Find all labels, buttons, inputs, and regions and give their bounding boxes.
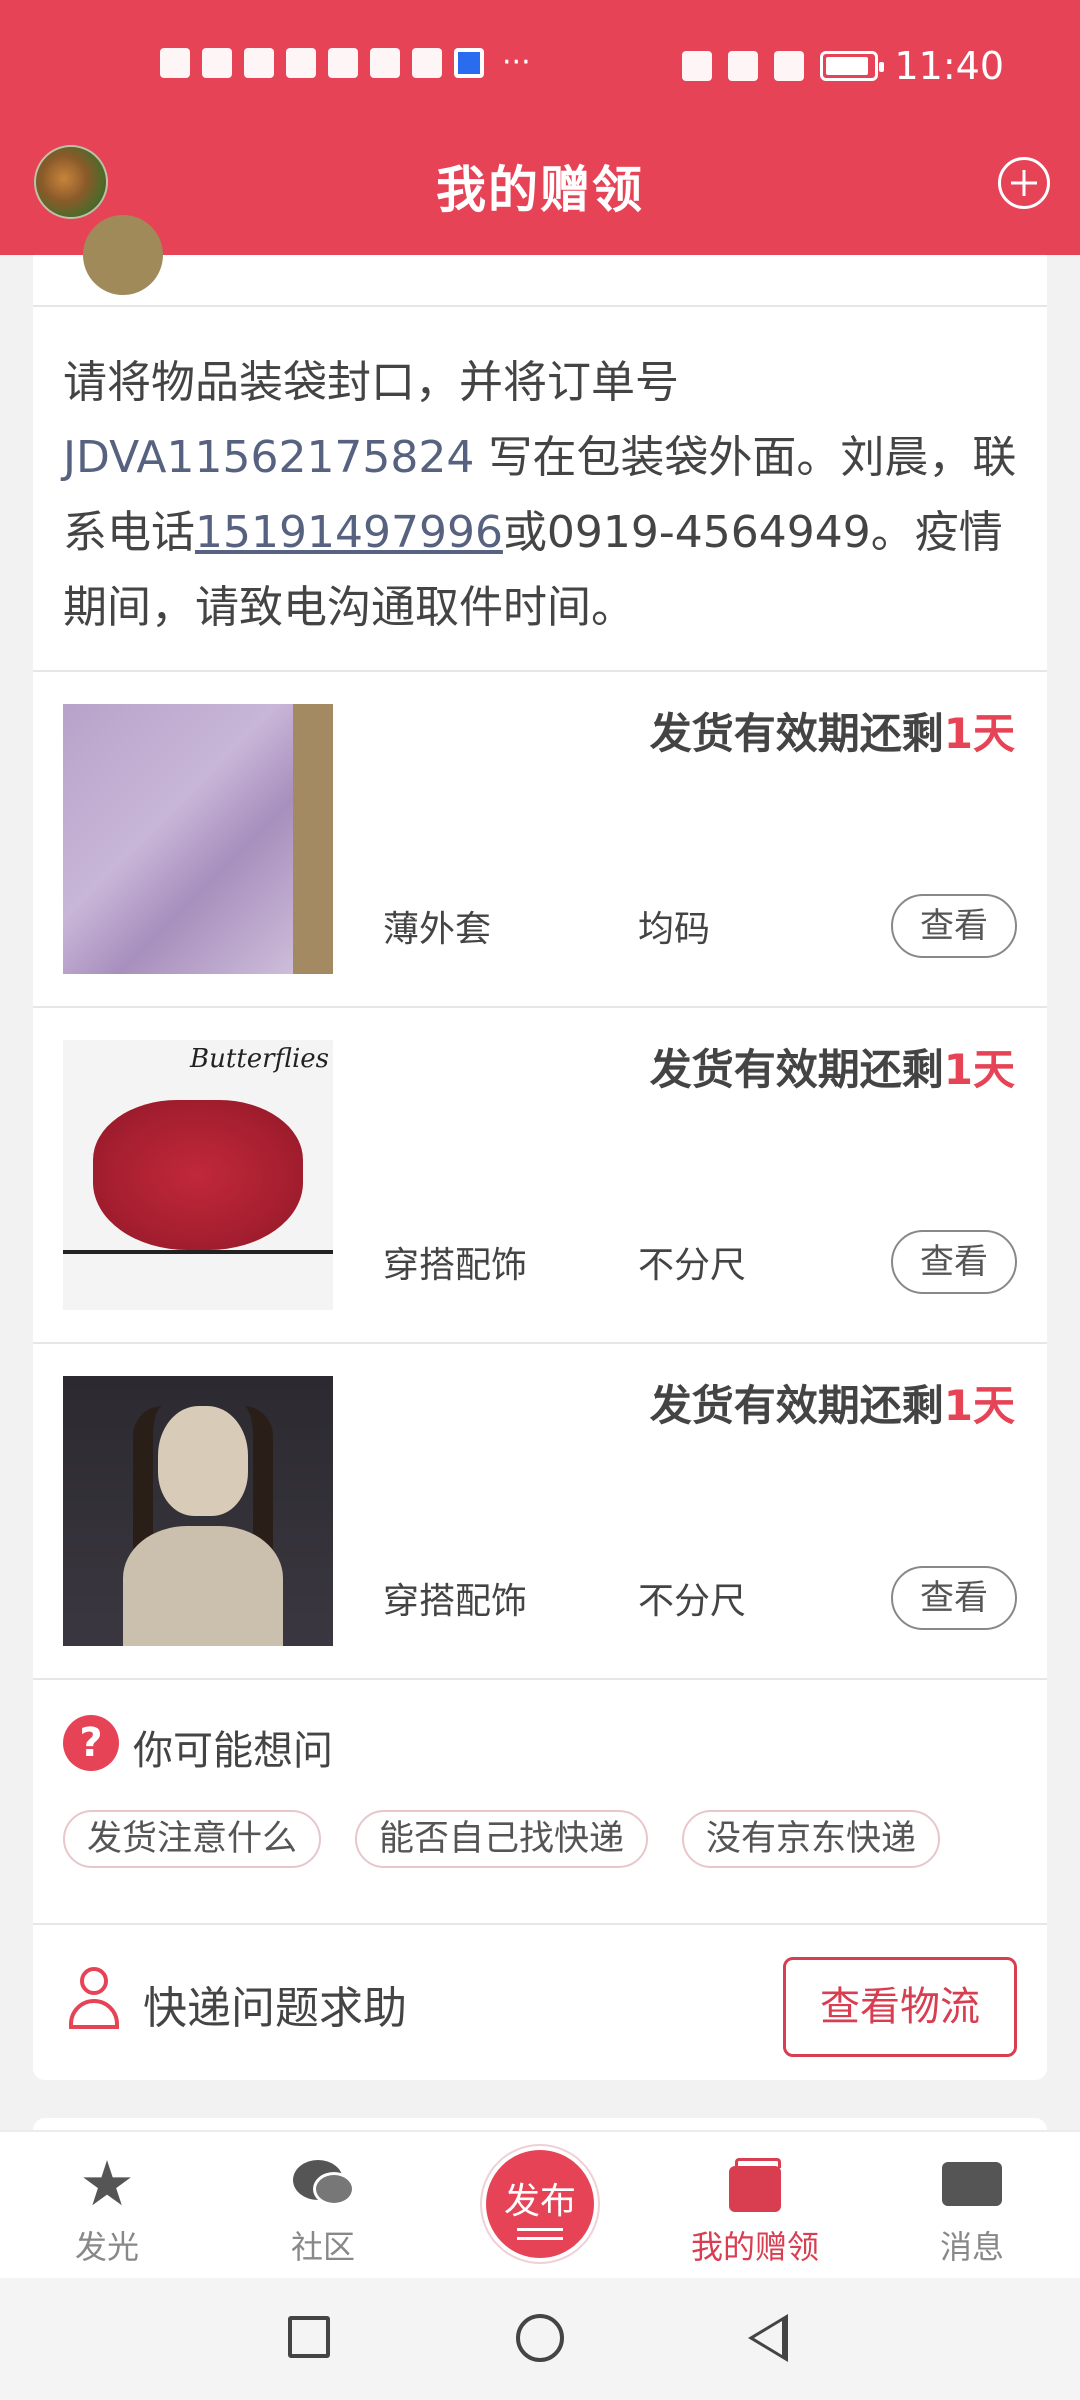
wifi-icon [244,48,274,78]
app-header: ··· 11:40 我的赠领 [0,0,1080,255]
nav-label: 发光 [74,2228,139,2266]
grid-shape [63,1250,333,1310]
nav-label: 消息 [939,2228,1004,2266]
eye-icon [682,51,713,81]
ship-deadline: 发货有效期还剩1天 [649,1381,1015,1430]
bow-shape [93,1100,303,1250]
hexagon-icon [370,48,400,78]
donor-avatar[interactable] [83,215,163,295]
page-title: 我的赠领 [436,161,644,219]
item-size: 不分尺 [638,1245,747,1286]
shipping-note: 请将物品装袋封口，并将订单号 JDVA11562175824 写在包装袋外面。刘… [63,345,1023,645]
menu-lines-icon [517,2228,563,2240]
book-icon [412,48,442,78]
signal-icon [202,48,232,78]
chat-icon [291,2154,355,2214]
nav-label: 社区 [290,2228,355,2266]
faq-section: ? 你可能想问 发货注意什么 能否自己找快递 没有京东快递 [33,1685,1047,1925]
faq-chips: 发货注意什么 能否自己找快递 没有京东快递 [63,1810,941,1868]
clock: 11:40 [894,44,1004,88]
alarm-icon [774,51,805,81]
nav-label: 我的赠领 [690,2228,819,2266]
item-category: 薄外套 [383,909,492,950]
list-item[interactable]: 发货有效期还剩1天 穿搭配饰 不分尺 查看 [33,1344,1047,1680]
ball-icon [328,48,358,78]
question-icon: ? [63,1715,119,1771]
ship-deadline: 发货有效期还剩1天 [649,709,1015,758]
nfc-icon [728,51,759,81]
nav-item-shine[interactable]: ★ 发光 [32,2147,182,2268]
app-notification-icon [286,48,316,78]
item-category: 穿搭配饰 [383,1245,528,1286]
publish-label: 发布 [503,2181,576,2222]
list-item[interactable]: Butterflies 发货有效期还剩1天 穿搭配饰 不分尺 查看 [33,1008,1047,1344]
view-button[interactable]: 查看 [891,1566,1017,1630]
card-top-strip [33,215,1047,307]
status-icons-right: 11:40 [682,44,1004,88]
view-logistics-button[interactable]: 查看物流 [783,1957,1017,2057]
view-button[interactable]: 查看 [891,894,1017,958]
view-button[interactable]: 查看 [891,1230,1017,1294]
shipping-help-row: 快递问题求助 查看物流 [33,1927,1047,2077]
faq-title: 你可能想问 [133,1728,333,1774]
mannequin-head-shape [158,1406,248,1516]
nav-item-messages[interactable]: 消息 [897,2154,1047,2268]
nav-item-my-gifts[interactable]: 我的赠领 [680,2154,830,2268]
mail-icon [940,2154,1004,2214]
recents-icon[interactable] [288,2316,330,2358]
system-nav-bar [0,2278,1080,2400]
item-size: 不分尺 [638,1581,747,1622]
mannequin-body-shape [123,1526,283,1646]
faq-chip[interactable]: 发货注意什么 [63,1810,322,1868]
publish-button[interactable]: 发布 [482,2146,598,2262]
nav-item-community[interactable]: 社区 [248,2154,398,2268]
bulb-icon [454,48,484,78]
back-icon[interactable] [748,2314,788,2362]
faq-chip[interactable]: 能否自己找快递 [355,1810,649,1868]
item-thumbnail[interactable] [63,1376,333,1646]
order-number[interactable]: JDVA11562175824 [63,432,474,483]
image-brand-text: Butterflies [190,1044,329,1074]
item-size: 均码 [638,909,711,950]
item-thumbnail[interactable] [63,704,333,974]
status-bar: ··· 11:40 [0,40,1080,96]
item-thumbnail[interactable]: Butterflies [63,1040,333,1310]
note-prefix: 请将物品装袋封口，并将订单号 [63,357,679,408]
hd-icon [160,48,190,78]
status-icons-left: ··· [160,48,531,78]
gift-order-card: 请将物品装袋封口，并将订单号 JDVA11562175824 写在包装袋外面。刘… [33,215,1047,2080]
gift-icon [723,2154,787,2214]
star-icon: ★ [79,2147,135,2220]
list-item[interactable]: 发货有效期还剩1天 薄外套 均码 查看 [33,672,1047,1008]
person-icon [67,1967,121,2033]
add-button[interactable] [998,157,1050,209]
phone-link[interactable]: 15191497996 [195,507,503,558]
more-notifications: ··· [502,45,531,80]
item-category: 穿搭配饰 [383,1581,528,1622]
faq-chip[interactable]: 没有京东快递 [682,1810,941,1868]
help-text[interactable]: 快递问题求助 [143,1972,407,2036]
home-icon[interactable] [516,2314,564,2362]
battery-icon [820,51,885,81]
ship-deadline: 发货有效期还剩1天 [649,1045,1015,1094]
